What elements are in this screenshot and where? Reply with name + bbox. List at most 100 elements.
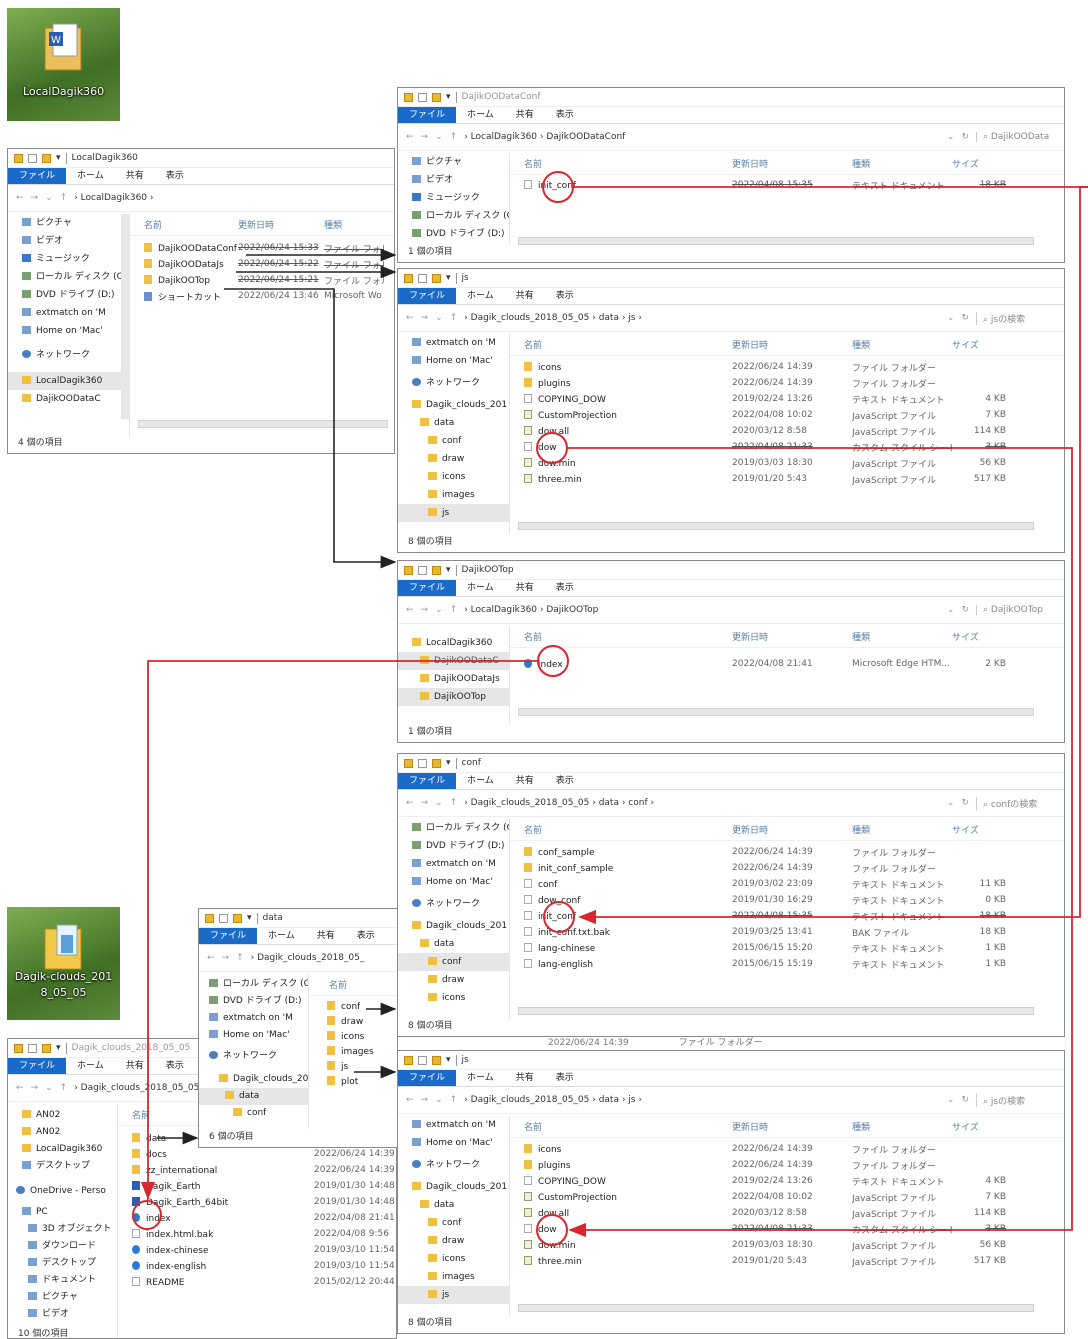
- ribbon-tab-view[interactable]: 表示: [346, 928, 386, 944]
- ribbon-tab-file[interactable]: ファイル: [8, 168, 67, 184]
- file-row[interactable]: dow.all 2020/03/12 8:58 JavaScript ファイル 114…: [510, 423, 1064, 439]
- nav-item-dagik-clouds[interactable]: Dagik_clouds_201: [398, 917, 509, 935]
- horizontal-scrollbar[interactable]: [518, 1304, 1034, 1312]
- column-header-date[interactable]: 更新日時: [238, 218, 324, 231]
- file-row[interactable]: dow_conf 2019/01/30 16:29 テキスト ドキュメント 0 KB: [510, 892, 1064, 908]
- up-arrow-icon[interactable]: ↑: [450, 1095, 458, 1105]
- file-row[interactable]: icons: [309, 1029, 397, 1044]
- column-header-type[interactable]: 種類: [852, 823, 952, 836]
- ribbon-tab-view[interactable]: 表示: [545, 107, 585, 123]
- nav-item-dagik-clouds[interactable]: Dagik_clouds_201: [398, 1178, 509, 1196]
- back-arrow-icon[interactable]: ←: [406, 132, 414, 142]
- forward-arrow-icon[interactable]: →: [421, 1095, 429, 1105]
- column-header-size[interactable]: サイズ: [952, 630, 1012, 643]
- nav-item-documents[interactable]: ドキュメント: [8, 1272, 117, 1289]
- file-row[interactable]: dow.all 2020/03/12 8:58 JavaScript ファイル 114…: [510, 1205, 1064, 1221]
- column-header-type[interactable]: 種類: [324, 218, 384, 231]
- nav-item-dagik-clouds[interactable]: Dagik_clouds_201: [398, 396, 509, 414]
- nav-item-extmatch[interactable]: extmatch on 'M: [398, 855, 509, 873]
- chevron-down-icon[interactable]: ⌄: [947, 1095, 955, 1105]
- column-header-date[interactable]: 更新日時: [732, 1120, 852, 1133]
- file-row[interactable]: Dagik_Earth_64bit 2019/01/30 14:48: [118, 1194, 396, 1210]
- file-row[interactable]: images: [309, 1044, 397, 1059]
- file-row[interactable]: CustomProjection 2022/04/08 10:02 JavaScri…: [510, 1189, 1064, 1205]
- search-input[interactable]: ⌕ confの検索: [976, 796, 1056, 810]
- ribbon-tab-share[interactable]: 共有: [115, 1058, 155, 1074]
- forward-arrow-icon[interactable]: →: [421, 605, 429, 615]
- dropdown-icon[interactable]: ⌄: [45, 1083, 53, 1093]
- nav-item-an02[interactable]: AN02: [8, 1124, 117, 1141]
- up-arrow-icon[interactable]: ↑: [450, 132, 458, 142]
- file-row[interactable]: init_conf 2022/04/08 15:35 テキスト ドキュメント 18 K…: [510, 908, 1064, 924]
- nav-item-videos[interactable]: ビデオ: [398, 171, 509, 189]
- nav-item-localdagik360[interactable]: LocalDagik360: [8, 1141, 117, 1158]
- ribbon-tab-home[interactable]: ホーム: [456, 580, 505, 596]
- file-row[interactable]: js: [309, 1059, 397, 1074]
- back-arrow-icon[interactable]: ←: [406, 1095, 414, 1105]
- horizontal-scrollbar[interactable]: [518, 522, 1034, 530]
- nav-item-data[interactable]: data: [398, 414, 509, 432]
- nav-item-extmatch[interactable]: extmatch on 'M: [398, 334, 509, 352]
- ribbon-tab-share[interactable]: 共有: [115, 168, 155, 184]
- nav-item-images[interactable]: images: [398, 1268, 509, 1286]
- nav-item-videos[interactable]: ビデオ: [8, 232, 129, 250]
- nav-item-extmatch[interactable]: extmatch on 'M: [199, 1010, 308, 1027]
- refresh-icon[interactable]: ↻: [961, 798, 969, 808]
- nav-item-localdagik360[interactable]: LocalDagik360: [398, 634, 509, 652]
- nav-item-home-mac[interactable]: Home on 'Mac': [398, 873, 509, 891]
- address-path[interactable]: › Dagik_clouds_2018_05_: [251, 953, 389, 963]
- file-row[interactable]: three.min 2019/01/20 5:43 JavaScript ファイル 5…: [510, 471, 1064, 487]
- nav-item-draw[interactable]: draw: [398, 971, 509, 989]
- file-row[interactable]: dow.min 2019/03/03 18:30 JavaScript ファイル 56…: [510, 1237, 1064, 1253]
- column-header-date[interactable]: 更新日時: [732, 338, 852, 351]
- nav-item-js[interactable]: js: [398, 1286, 509, 1304]
- nav-item-dvd[interactable]: DVD ドライブ (D:): [398, 225, 509, 243]
- ribbon-tab-home[interactable]: ホーム: [257, 928, 306, 944]
- column-header-name[interactable]: 名前: [510, 157, 732, 170]
- up-arrow-icon[interactable]: ↑: [450, 605, 458, 615]
- column-header-date[interactable]: 更新日時: [732, 823, 852, 836]
- column-header-type[interactable]: 種類: [852, 157, 952, 170]
- column-header-size[interactable]: サイズ: [952, 823, 1012, 836]
- address-path[interactable]: › Dagik_clouds_2018_05_05 › data › conf …: [464, 798, 940, 808]
- nav-item-music[interactable]: ミュージック: [8, 250, 129, 268]
- file-row[interactable]: dow 2022/04/08 21:33 カスタム スタイル シート 3 KB: [510, 1221, 1064, 1237]
- ribbon-tab-view[interactable]: 表示: [545, 773, 585, 789]
- file-row[interactable]: dow 2022/04/08 21:33 カスタム スタイル シート 3 KB: [510, 439, 1064, 455]
- nav-item-downloads[interactable]: ダウンロード: [8, 1238, 117, 1255]
- ribbon-tab-view[interactable]: 表示: [545, 288, 585, 304]
- ribbon-tab-file[interactable]: ファイル: [398, 288, 457, 304]
- nav-item-network[interactable]: ネットワーク: [398, 374, 509, 392]
- chevron-down-icon[interactable]: ⌄: [947, 313, 955, 323]
- nav-item-dajikoodatac[interactable]: DajikOODataC: [8, 390, 129, 408]
- refresh-icon[interactable]: ↻: [961, 132, 969, 142]
- nav-item-data[interactable]: data: [398, 935, 509, 953]
- nav-item-an02[interactable]: AN02: [8, 1107, 117, 1124]
- chevron-down-icon[interactable]: ⌄: [947, 132, 955, 142]
- forward-arrow-icon[interactable]: →: [421, 132, 429, 142]
- file-row[interactable]: index-english 2019/03/10 11:54: [118, 1258, 396, 1274]
- nav-item-pictures[interactable]: ピクチャ: [398, 153, 509, 171]
- dropdown-icon[interactable]: ⌄: [435, 132, 443, 142]
- nav-item-local-disk[interactable]: ローカル ディスク (C: [398, 819, 509, 837]
- dropdown-icon[interactable]: ⌄: [45, 193, 53, 203]
- nav-item-conf[interactable]: conf: [398, 432, 509, 450]
- column-header-size[interactable]: サイズ: [952, 1120, 1012, 1133]
- file-row[interactable]: init_conf_sample 2022/06/24 14:39 ファイル フォル…: [510, 860, 1064, 876]
- back-arrow-icon[interactable]: ←: [406, 313, 414, 323]
- file-row[interactable]: three.min 2019/01/20 5:43 JavaScript ファイル 5…: [510, 1253, 1064, 1269]
- desktop-icon-localdagik360[interactable]: W LocalDagik360: [7, 8, 120, 121]
- nav-item-3d-objects[interactable]: 3D オブジェクト: [8, 1221, 117, 1238]
- nav-item-local-disk[interactable]: ローカル ディスク (C: [8, 268, 129, 286]
- dropdown-icon[interactable]: ⌄: [435, 605, 443, 615]
- ribbon-tab-view[interactable]: 表示: [155, 168, 195, 184]
- horizontal-scrollbar[interactable]: [518, 708, 1034, 716]
- ribbon-tab-file[interactable]: ファイル: [398, 580, 457, 596]
- file-row[interactable]: plot: [309, 1074, 397, 1089]
- dropdown-icon[interactable]: ⌄: [435, 313, 443, 323]
- nav-item-conf[interactable]: conf: [398, 953, 509, 971]
- nav-item-icons[interactable]: icons: [398, 989, 509, 1007]
- search-input[interactable]: ⌕ DajikOOData: [976, 132, 1056, 142]
- search-input[interactable]: ⌕ jsの検索: [976, 311, 1056, 325]
- column-header-date[interactable]: 更新日時: [732, 157, 852, 170]
